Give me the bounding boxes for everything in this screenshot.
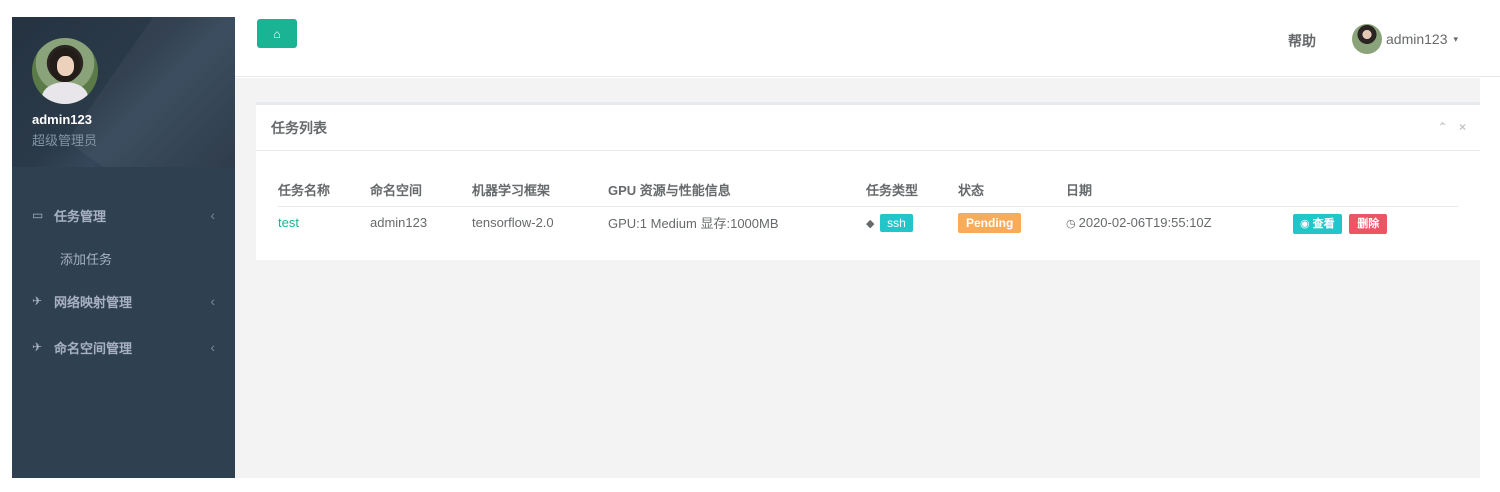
help-link[interactable]: 帮助 xyxy=(1288,31,1316,51)
profile-avatar[interactable] xyxy=(32,38,98,104)
task-table: 任务名称 命名空间 机器学习框架 GPU 资源与性能信息 任务类型 状态 日期 … xyxy=(278,173,1458,239)
plane-icon: ✈ xyxy=(32,294,43,308)
profile-name[interactable]: admin123 xyxy=(32,112,92,127)
main-content: 任务列表 ⌃ × 任务名称 命名空间 机器学习框架 GPU 资源与性能信息 任务… xyxy=(235,78,1480,478)
tag-icon: ◆ xyxy=(866,218,875,231)
table-row: test admin123 tensorflow-2.0 GPU:1 Mediu… xyxy=(278,206,1458,239)
status-badge: Pending xyxy=(958,213,1022,234)
column-header: 命名空间 xyxy=(370,173,472,207)
column-header: 机器学习框架 xyxy=(472,173,608,207)
home-button[interactable]: ⌂ xyxy=(257,19,297,48)
column-header: 任务名称 xyxy=(278,173,370,207)
close-icon[interactable]: × xyxy=(1459,120,1466,134)
sidebar-item-label: 网络映射管理 xyxy=(54,294,133,310)
clock-icon: ◷ xyxy=(1066,218,1076,231)
column-header: 状态 xyxy=(958,173,1066,207)
panel-title: 任务列表 xyxy=(271,119,327,136)
task-list-panel: 任务列表 ⌃ × 任务名称 命名空间 机器学习框架 GPU 资源与性能信息 任务… xyxy=(256,102,1480,260)
user-menu[interactable]: admin123 ▾ xyxy=(1352,24,1458,54)
task-type-badge: ssh xyxy=(880,214,913,233)
sidebar-subitem-add-task[interactable]: 添加任务 xyxy=(12,238,235,278)
sidebar-item-label: 命名空间管理 xyxy=(54,340,133,356)
table-header-row: 任务名称 命名空间 机器学习框架 GPU 资源与性能信息 任务类型 状态 日期 xyxy=(278,173,1458,207)
task-framework: tensorflow-2.0 xyxy=(472,215,554,231)
plane-icon: ✈ xyxy=(32,340,43,354)
chevron-left-icon: ‹ xyxy=(210,293,215,309)
chevron-left-icon: ‹ xyxy=(210,339,215,355)
task-gpu-info: GPU:1 Medium 显存:1000MB xyxy=(608,216,779,232)
task-name-link[interactable]: test xyxy=(278,215,299,230)
column-header: GPU 资源与性能信息 xyxy=(608,173,866,207)
user-name: admin123 xyxy=(1386,31,1448,47)
panel-header: 任务列表 ⌃ × xyxy=(256,105,1480,151)
sidebar: admin123 超级管理员 ▭ 任务管理 ‹ 添加任务 ✈ 网络映射管理 ‹ … xyxy=(12,17,235,478)
sidebar-item-label: 任务管理 xyxy=(54,208,107,224)
sidebar-item-task-management[interactable]: ▭ 任务管理 ‹ xyxy=(12,192,235,238)
sidebar-item-network-mapping[interactable]: ✈ 网络映射管理 ‹ xyxy=(12,278,235,324)
eye-icon: ◉ xyxy=(1300,217,1313,230)
profile-role: 超级管理员 xyxy=(32,133,98,148)
home-icon: ⌂ xyxy=(273,26,281,41)
task-type-cell: ◆ ssh xyxy=(866,206,958,239)
top-navbar: ⌂ 帮助 admin123 ▾ xyxy=(235,0,1500,77)
desktop-icon: ▭ xyxy=(32,208,44,222)
panel-tools: ⌃ × xyxy=(1430,120,1466,134)
sidebar-item-namespace-management[interactable]: ✈ 命名空间管理 ‹ xyxy=(12,324,235,370)
view-label: 查看 xyxy=(1312,217,1335,230)
task-status-cell: Pending xyxy=(958,206,1066,239)
delete-button[interactable]: 删除 xyxy=(1349,213,1388,234)
user-avatar xyxy=(1352,24,1382,54)
chevron-left-icon: ‹ xyxy=(210,207,215,223)
task-date-cell: ◷ 2020-02-06T19:55:10Z xyxy=(1066,206,1293,239)
task-namespace: admin123 xyxy=(370,215,428,231)
task-date: 2020-02-06T19:55:10Z xyxy=(1078,215,1212,231)
profile-panel: admin123 超级管理员 xyxy=(12,17,235,167)
view-button[interactable]: ◉ 查看 xyxy=(1293,213,1342,234)
collapse-icon[interactable]: ⌃ xyxy=(1438,120,1448,134)
column-header: 日期 xyxy=(1066,173,1293,207)
caret-down-icon: ▾ xyxy=(1453,33,1459,44)
sidebar-nav: ▭ 任务管理 ‹ 添加任务 ✈ 网络映射管理 ‹ ✈ 命名空间管理 ‹ xyxy=(12,167,235,370)
column-header xyxy=(1293,173,1458,207)
task-actions-cell: ◉ 查看 删除 xyxy=(1293,206,1458,239)
column-header: 任务类型 xyxy=(866,173,958,207)
